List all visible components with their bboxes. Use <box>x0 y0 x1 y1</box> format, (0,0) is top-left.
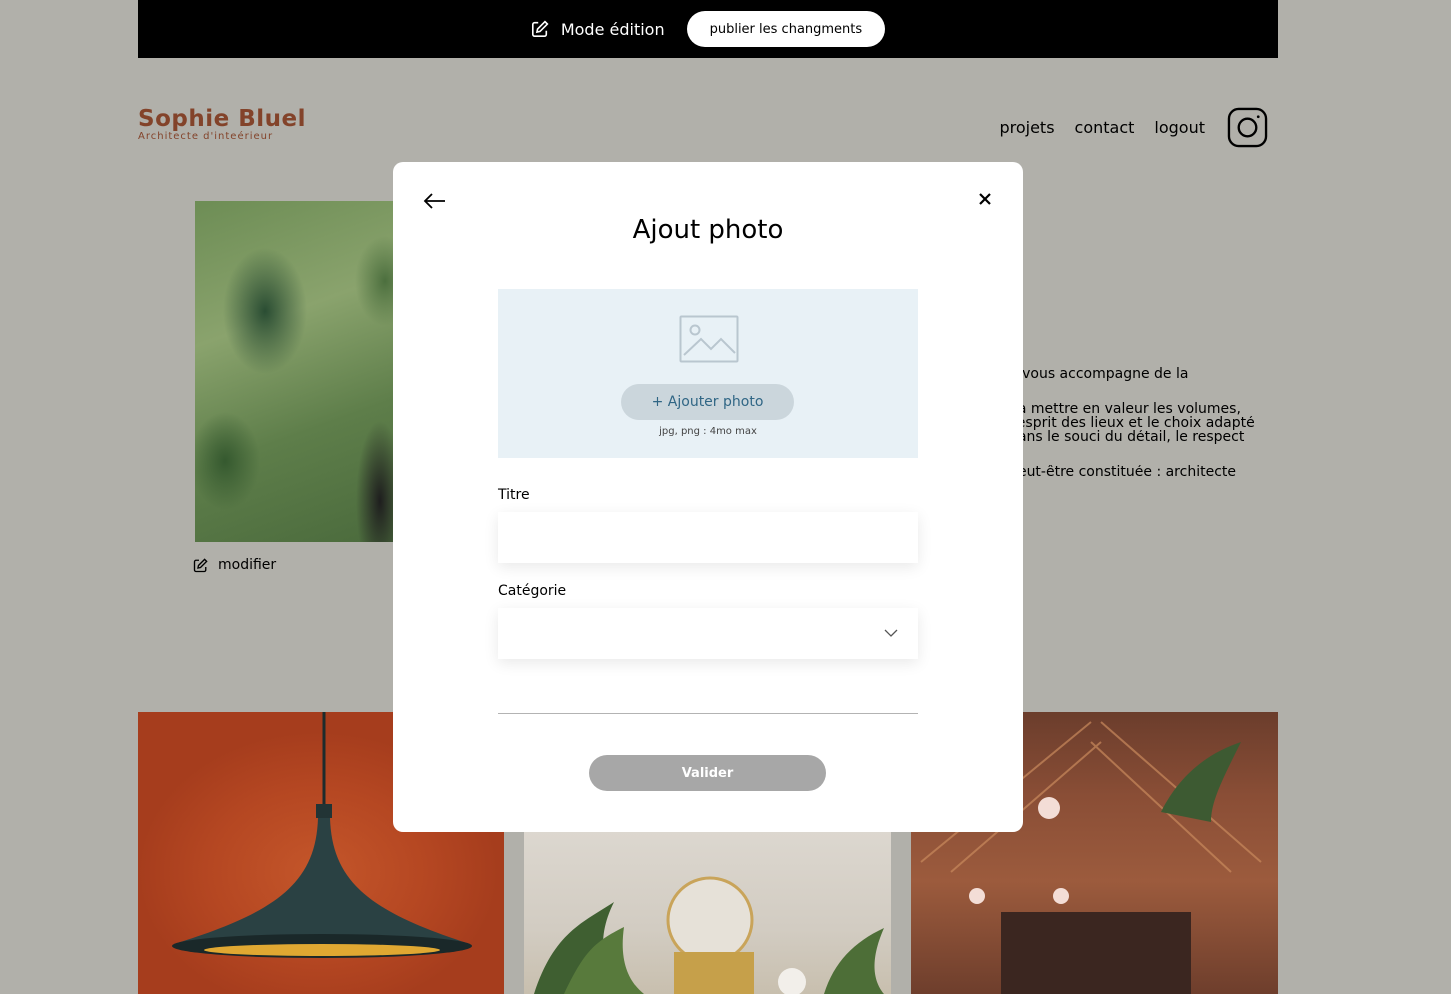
intro-text-line: e peut-être constituée : architecte <box>996 465 1236 479</box>
add-photo-button[interactable]: + Ajouter photo <box>621 384 794 420</box>
intro-text-line: on à mettre en valeur les volumes, <box>996 402 1241 416</box>
edit-icon <box>193 557 208 572</box>
site-logo[interactable]: Sophie Bluel Architecte d'inteérieur <box>138 107 306 142</box>
nav-link-contact[interactable]: contact <box>1075 118 1135 137</box>
nav-link-projets[interactable]: projets <box>999 118 1054 137</box>
arrow-left-icon <box>423 193 445 209</box>
title-field-label: Titre <box>498 487 530 503</box>
gallery-item <box>524 832 891 994</box>
edit-icon <box>531 20 549 38</box>
intro-text-line: e l'esprit des lieux et le choix adapté <box>996 416 1255 430</box>
submit-button[interactable]: Valider <box>589 755 826 791</box>
category-field-label: Catégorie <box>498 583 567 599</box>
image-placeholder-icon <box>679 315 739 363</box>
intro-edit-label: modifier <box>218 557 277 573</box>
close-button[interactable] <box>977 191 993 207</box>
publish-changes-button[interactable]: publier les changments <box>686 11 886 47</box>
logo-name: Sophie Bluel <box>138 106 306 132</box>
modal-title: Ajout photo <box>632 215 784 245</box>
category-select-wrapper <box>498 608 918 659</box>
category-select[interactable] <box>498 608 918 659</box>
intro-text-line: é dans le souci du détail, le respect <box>996 430 1245 444</box>
title-input[interactable] <box>498 512 918 563</box>
main-nav: projets contact logout <box>999 107 1268 148</box>
form-divider <box>498 713 918 714</box>
instagram-icon[interactable] <box>1227 107 1268 148</box>
photo-upload-zone[interactable]: + Ajouter photo jpg, png : 4mo max <box>498 289 918 458</box>
edit-mode-indicator: Mode édition <box>531 20 665 39</box>
add-photo-modal: Ajout photo + Ajouter photo jpg, png : 4… <box>393 162 1023 832</box>
nav-link-logout[interactable]: logout <box>1154 118 1205 137</box>
edit-mode-bar: Mode édition publier les changments <box>138 0 1278 58</box>
intro-edit-link[interactable]: modifier <box>193 557 276 573</box>
close-icon <box>979 193 991 205</box>
edit-mode-label: Mode édition <box>560 19 665 39</box>
living-room-image <box>534 876 884 994</box>
back-button[interactable] <box>423 192 447 210</box>
intro-photo <box>195 201 405 542</box>
upload-hint: jpg, png : 4mo max <box>659 426 757 437</box>
logo-subtitle: Architecte d'inteérieur <box>138 131 274 142</box>
intro-text-line: . Je vous accompagne de la <box>996 367 1189 381</box>
